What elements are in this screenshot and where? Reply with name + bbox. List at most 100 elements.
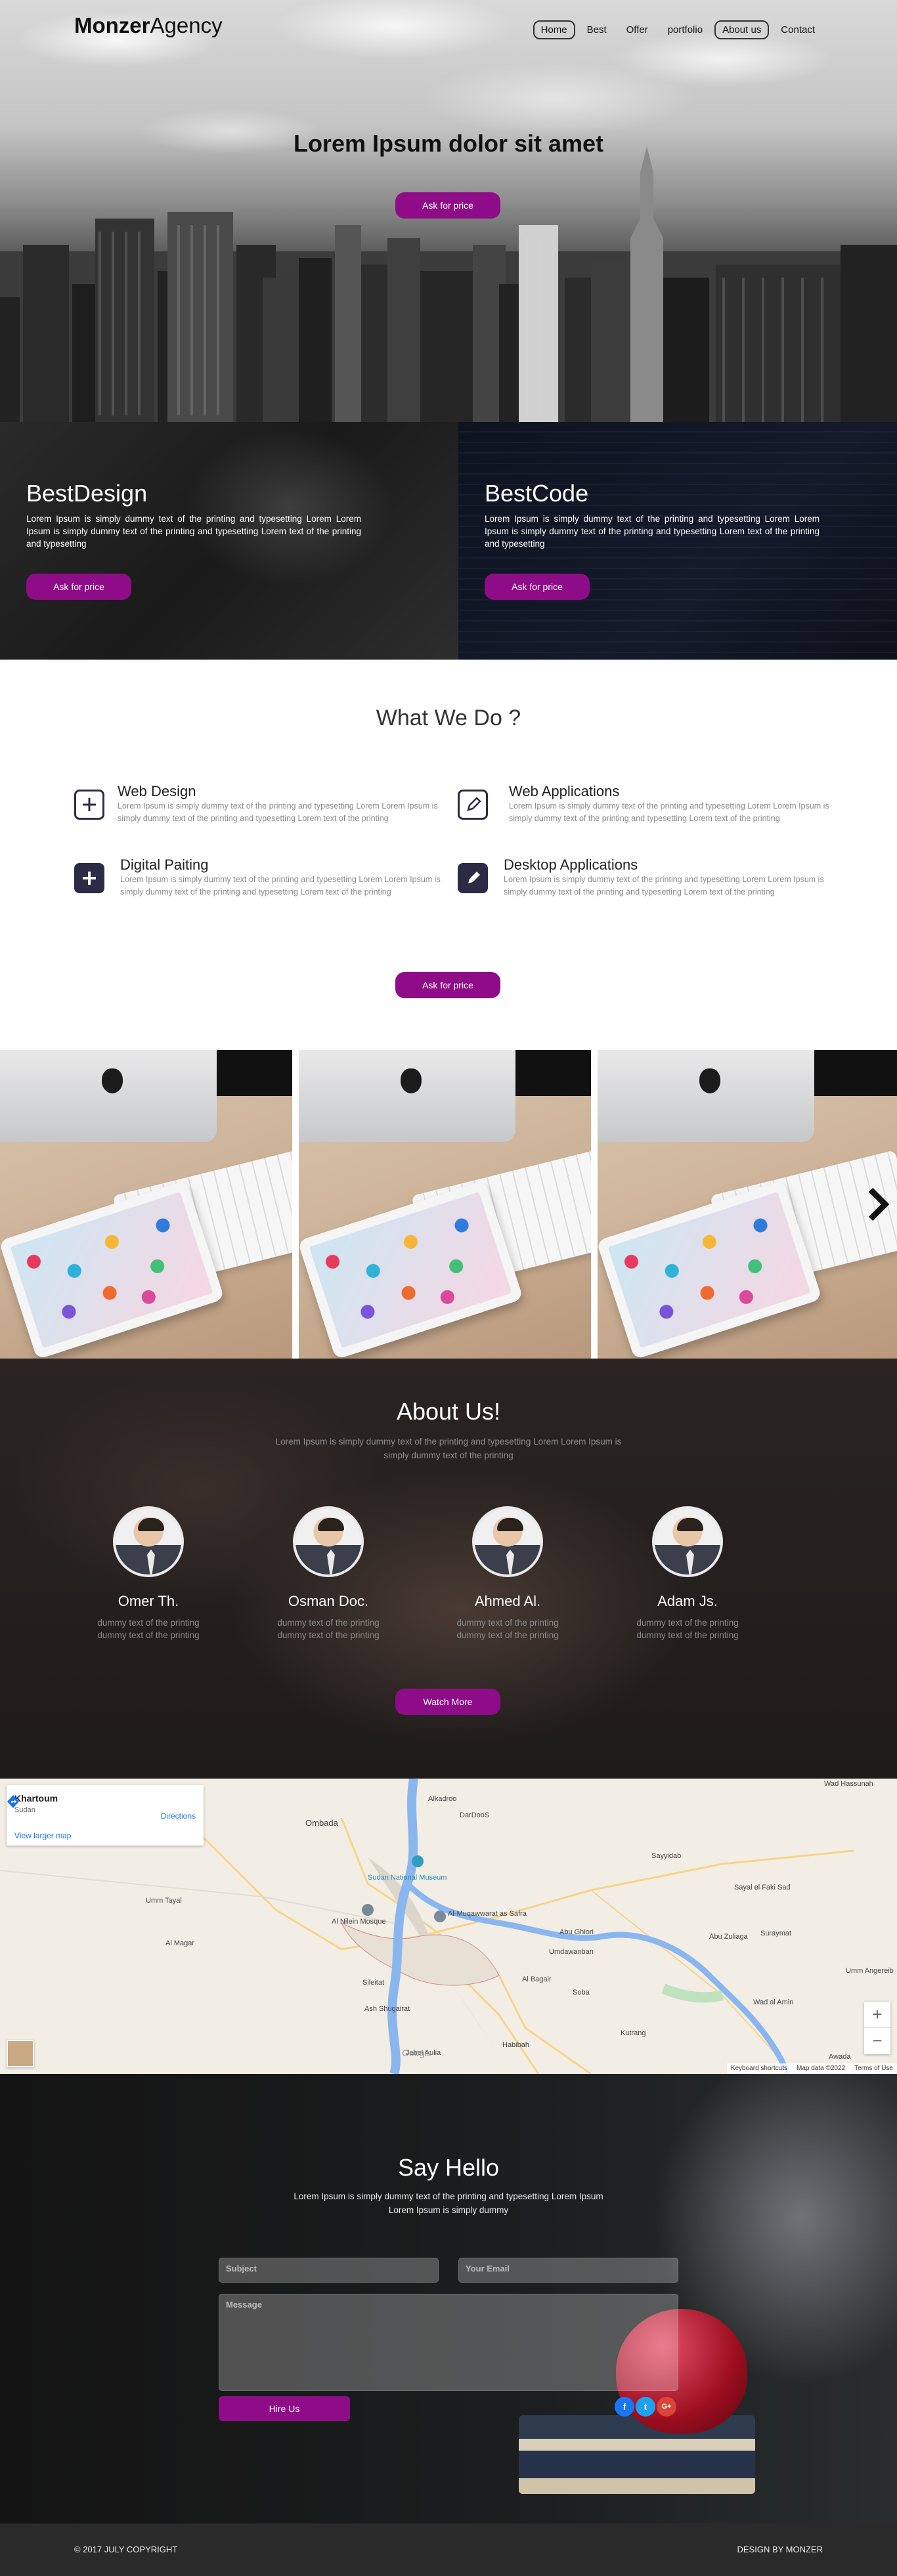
map-label: Sayyidab [651, 1852, 682, 1860]
about-title: About Us! [396, 1398, 501, 1425]
apple-icon [299, 1050, 515, 1142]
map-label: Al Nilein Mosque [332, 1918, 386, 1926]
facebook-icon[interactable]: f [615, 2397, 634, 2417]
city-skyline-image [0, 146, 897, 422]
member-role: dummy text of the printing dummy text of… [97, 1618, 200, 1640]
map-label: Abu Zuliaga [709, 1933, 748, 1941]
member-role: dummy text of the printing dummy text of… [277, 1618, 380, 1640]
avatar [293, 1506, 364, 1577]
nav-item-offer[interactable]: Offer [619, 20, 656, 39]
service-title: Desktop Applications [504, 856, 638, 873]
map-embed[interactable]: Wad Hassunah Alkadroo DarDooS Ombada Say… [0, 1779, 897, 2074]
map-place-name: Khartoum [14, 1793, 58, 1804]
map-zoom-control: + − [864, 2002, 890, 2054]
plus-square-solid-icon [74, 863, 104, 893]
gallery-image[interactable] [299, 1050, 598, 1359]
best-code-panel: BestCode Lorem Ipsum is simply dummy tex… [458, 422, 897, 660]
twitter-icon[interactable]: t [636, 2397, 655, 2417]
contact-title: Say Hello [397, 2154, 500, 2181]
map-label: Al Bagair [522, 1975, 552, 1983]
message-textarea[interactable]: Message [219, 2294, 678, 2391]
plus-square-outline-icon [74, 790, 104, 820]
map-label: Soba [573, 1989, 590, 1996]
contact-text: Lorem Ipsum is simply dummy text of the … [294, 2191, 603, 2215]
hero-title: Lorem Ipsum dolor sit amet [293, 130, 604, 157]
best-design-ask-price-button[interactable]: Ask for price [26, 574, 131, 600]
edit-outline-icon [458, 790, 488, 820]
team-member: Ahmed Al. dummy text of the printing dum… [442, 1506, 573, 1641]
service-desktop-applications: Desktop Applications Lorem Ipsum is simp… [458, 856, 825, 909]
subject-input[interactable]: Subject [219, 2258, 439, 2283]
map-label: Suraymat [760, 1930, 792, 1937]
nav-item-contact[interactable]: Contact [773, 20, 823, 39]
map-label: Awada [829, 2053, 851, 2061]
service-text: Lorem Ipsum is simply dummy text of the … [120, 875, 441, 897]
gallery-image[interactable] [598, 1050, 897, 1359]
view-larger-map-link[interactable]: View larger map [14, 1831, 71, 1840]
service-title: Digital Paiting [120, 856, 209, 873]
portfolio-gallery [0, 1050, 897, 1359]
nav-item-best[interactable]: Best [579, 20, 615, 39]
avatar [652, 1506, 723, 1577]
avatar [113, 1506, 184, 1577]
member-name: Ahmed Al. [474, 1593, 541, 1609]
designer-credit: DESIGN BY MONZER [737, 2544, 823, 2554]
best-design-panel: BestDesign Lorem Ipsum is simply dummy t… [0, 422, 458, 660]
carousel-next-arrow-icon[interactable] [864, 1185, 890, 1224]
terms-of-use-link[interactable]: Terms of Use [854, 2065, 893, 2073]
map-label: Ash Shugairat [364, 2005, 410, 2013]
what-we-do-title: What We Do ? [376, 706, 521, 730]
service-web-design: Web Design Lorem Ipsum is simply dummy t… [74, 783, 442, 835]
google-plus-icon[interactable]: G+ [657, 2397, 676, 2417]
main-nav: Home Best Offer portfolio About us Conta… [533, 20, 823, 39]
brand-logo[interactable]: MonzerAgency [74, 13, 223, 38]
map-footer: Keyboard shortcuts Map data ©2022 Terms … [726, 2063, 897, 2074]
map-label: Abu Ghiori [559, 1928, 594, 1936]
hero-ask-price-button[interactable]: Ask for price [395, 192, 500, 219]
nav-item-portfolio[interactable]: portfolio [660, 20, 711, 39]
contact-section: Say Hello Lorem Ipsum is simply dummy te… [0, 2074, 897, 2523]
apple-icon [0, 1050, 217, 1142]
what-ask-price-button[interactable]: Ask for price [395, 972, 500, 998]
map-label: Umm Tayal [146, 1897, 182, 1905]
service-title: Web Design [118, 783, 196, 799]
map-label: DarDooS [460, 1811, 490, 1819]
watch-more-button[interactable]: Watch More [395, 1689, 500, 1715]
best-design-title: BestDesign [26, 480, 148, 507]
member-role: dummy text of the printing dummy text of… [636, 1618, 739, 1640]
nav-item-home[interactable]: Home [533, 20, 575, 39]
map-label: Alkadroo [428, 1795, 457, 1803]
copyright-text: © 2017 JULY COPYRIGHT [74, 2544, 178, 2554]
best-code-ask-price-button[interactable]: Ask for price [485, 574, 590, 600]
service-digital-paiting: Digital Paiting Lorem Ipsum is simply du… [74, 856, 442, 909]
directions-icon[interactable] [7, 1794, 20, 1809]
street-view-icon[interactable] [7, 2040, 34, 2067]
email-input[interactable]: Your Email [458, 2258, 678, 2283]
keyboard-shortcuts-link[interactable]: Keyboard shortcuts [731, 2065, 787, 2073]
best-code-text: Lorem Ipsum is simply dummy text of the … [485, 514, 820, 549]
map-label: Wad al Amin [753, 1998, 794, 2006]
map-label: Umdawanban [549, 1948, 594, 1956]
directions-link[interactable]: Directions [161, 1811, 196, 1821]
edit-solid-icon [458, 863, 488, 893]
member-name: Osman Doc. [288, 1593, 369, 1609]
books-image [519, 2415, 755, 2494]
best-section: BestDesign Lorem Ipsum is simply dummy t… [0, 422, 897, 660]
zoom-in-button[interactable]: + [864, 2002, 890, 2028]
about-section: About Us! Lorem Ipsum is simply dummy te… [0, 1359, 897, 1779]
map-label: Umm Angereib [846, 1967, 894, 1975]
gallery-image[interactable] [0, 1050, 299, 1359]
member-name: Adam Js. [657, 1593, 718, 1609]
map-data-label: Map data ©2022 [797, 2065, 846, 2072]
service-web-applications: Web Applications Lorem Ipsum is simply d… [458, 783, 829, 835]
zoom-out-button[interactable]: − [864, 2028, 890, 2054]
avatar [472, 1506, 543, 1577]
about-text: Lorem Ipsum is simply dummy text of the … [275, 1437, 622, 1460]
nav-item-about-us[interactable]: About us [714, 20, 770, 39]
team-member: Osman Doc. dummy text of the printing du… [263, 1506, 394, 1641]
hire-us-button[interactable]: Hire Us [219, 2396, 350, 2421]
map-label: Al-Muqawwarat as Safra [448, 1910, 527, 1918]
service-text: Lorem Ipsum is simply dummy text of the … [509, 801, 829, 823]
map-label: Sudan National Museum [368, 1874, 447, 1882]
service-text: Lorem Ipsum is simply dummy text of the … [504, 875, 824, 897]
